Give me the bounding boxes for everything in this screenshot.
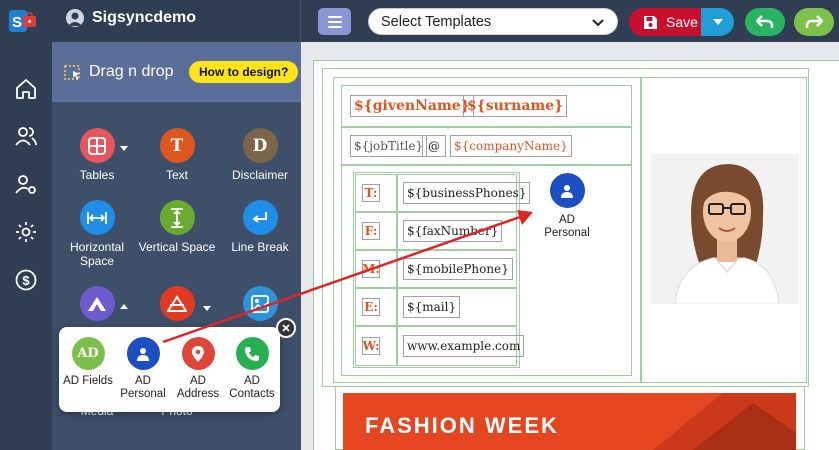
text-icon: T (159, 128, 195, 163)
save-options-button[interactable] (701, 8, 734, 36)
disclaimer-icon: D (242, 128, 278, 163)
line-break-icon (242, 200, 278, 235)
close-popup-button[interactable] (276, 318, 296, 338)
tool-vertical-space[interactable]: Vertical Space (132, 200, 222, 254)
media-icon (79, 286, 115, 321)
svg-text:$: $ (22, 273, 30, 288)
user-settings-icon[interactable] (14, 172, 38, 196)
tool-line-break[interactable]: Line Break (215, 200, 301, 254)
tool-label: AD Personal (120, 375, 166, 400)
fax-label: F: (362, 222, 380, 240)
tool-ad-contacts[interactable]: AD Contacts (224, 337, 280, 401)
caret-down-icon[interactable] (203, 306, 211, 311)
tool-ad-address[interactable]: AD Address (170, 337, 226, 401)
how-to-design-button[interactable]: How to design? (189, 61, 299, 83)
panel-title: Drag n drop (89, 63, 174, 80)
location-pin-icon (181, 337, 215, 370)
panel-header: Drag n drop How to design? (52, 42, 301, 102)
horizontal-space-icon (79, 200, 115, 235)
home-icon[interactable] (14, 77, 38, 101)
person-icon (549, 173, 585, 208)
given-name-field[interactable]: ${givenName} (350, 95, 474, 117)
tool-label: Vertical Space (138, 240, 216, 254)
redo-icon (805, 15, 823, 28)
floppy-disk-icon (644, 15, 657, 29)
tool-label: Text (165, 168, 188, 182)
tool-tables[interactable]: Tables (52, 128, 142, 182)
undo-button[interactable] (745, 8, 785, 36)
tool-label: AD Address (176, 375, 220, 400)
redo-button[interactable] (794, 8, 834, 36)
mobile-label: M: (362, 260, 380, 278)
company-name-field[interactable]: ${companyName} (450, 135, 572, 157)
block-label: AD Personal (544, 214, 590, 239)
account-menu[interactable]: Sigsyncdemo (66, 9, 196, 27)
tool-disclaimer[interactable]: D Disclaimer (215, 128, 301, 182)
tool-label: Disclaimer (231, 168, 288, 182)
mobile-phone-field[interactable]: ${mobilePhone} (403, 258, 513, 280)
tool-ad-fields[interactable]: AD AD Fields (60, 337, 116, 388)
tool-label: AD Contacts (229, 375, 275, 400)
account-name: Sigsyncdemo (92, 9, 197, 26)
divider (300, 0, 301, 42)
top-bar: S Sigsyncdemo Select Templates Save (0, 0, 839, 42)
vertical-space-icon (159, 200, 195, 235)
avatar-icon (66, 9, 84, 27)
billing-icon[interactable]: $ (14, 268, 38, 292)
phone-label: T: (362, 184, 380, 202)
tool-horizontal-space[interactable]: Horizontal Space (52, 200, 142, 268)
undo-icon (756, 15, 774, 28)
tool-label: Horizontal Space (69, 240, 125, 268)
business-phones-field[interactable]: ${businessPhones} (403, 182, 531, 204)
tool-text[interactable]: T Text (132, 128, 222, 182)
at-separator: @ (422, 135, 446, 157)
caret-up-icon[interactable] (120, 304, 128, 309)
menu-toggle-button[interactable] (318, 8, 351, 35)
template-select-value: Select Templates (381, 13, 492, 30)
surname-field[interactable]: ${surname} (463, 95, 568, 117)
caret-down-icon (712, 19, 723, 25)
tool-label: Line Break (231, 240, 289, 254)
website-label: W: (362, 337, 380, 355)
gear-icon[interactable] (14, 220, 38, 244)
table-icon (79, 128, 115, 163)
ad-blocks-popup: AD AD Fields AD Personal AD Address AD C… (59, 327, 280, 412)
save-button[interactable]: Save (629, 8, 701, 36)
banner-text: FASHION WEEK (365, 413, 559, 438)
fashion-week-banner[interactable]: FASHION WEEK (343, 393, 796, 450)
dropped-ad-personal-block[interactable]: AD Personal (537, 173, 597, 240)
chevron-down-icon (592, 18, 604, 26)
mail-field[interactable]: ${mail} (403, 296, 461, 318)
tool-ad-personal[interactable]: AD Personal (115, 337, 171, 401)
fax-number-field[interactable]: ${faxNumber} (403, 220, 503, 242)
app-logo-icon[interactable]: S (9, 8, 37, 34)
website-field[interactable]: www.example.com (403, 335, 525, 357)
phone-icon (235, 337, 269, 370)
person-icon (126, 337, 160, 370)
caret-down-icon[interactable] (120, 146, 128, 151)
nav-rail: $ (0, 42, 52, 450)
job-title-field[interactable]: ${jobTitle} (350, 135, 428, 157)
users-icon[interactable] (14, 124, 38, 148)
email-label: E: (362, 298, 380, 316)
tool-label: Tables (79, 168, 115, 182)
svg-text:S: S (12, 14, 22, 31)
profile-photo[interactable] (651, 154, 799, 304)
template-select[interactable]: Select Templates (368, 8, 618, 35)
close-icon (282, 324, 290, 332)
ad-fields-icon: AD (71, 337, 105, 370)
image-icon (242, 286, 278, 321)
photo-icon (159, 286, 195, 321)
drag-drop-icon (64, 65, 80, 80)
save-label: Save (666, 14, 698, 30)
tool-label: AD Fields (63, 375, 113, 387)
